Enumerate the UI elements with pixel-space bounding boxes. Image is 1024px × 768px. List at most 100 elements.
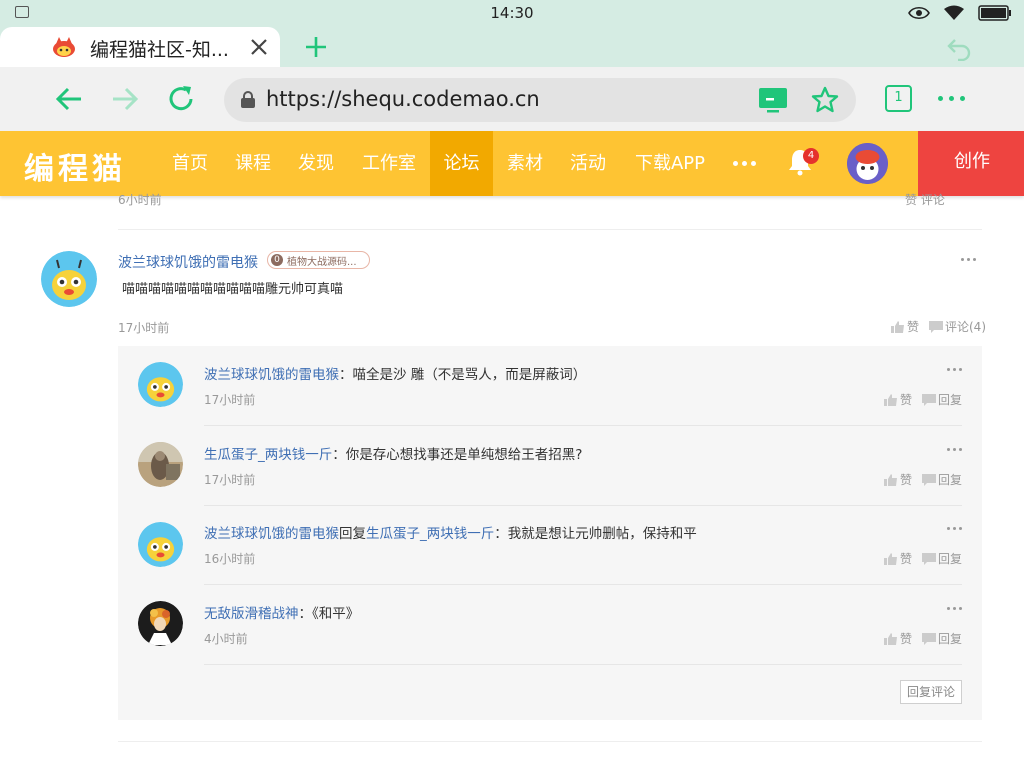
tab-title: 编程猫社区-知... [90,39,229,61]
bookmark-star-icon[interactable] [810,85,840,115]
browser-tab[interactable]: 编程猫社区-知... [0,27,280,67]
nav-studio[interactable]: 工作室 [352,131,426,196]
post-comment-label: 评论(4) [945,320,986,334]
tab-strip: 编程猫社区-知... [0,27,1024,67]
post-badge[interactable]: 0 植物大战源码... [267,251,370,269]
lock-icon [241,91,255,108]
reply-text-line: 生瓜蛋子_两块钱一斤：你是存心想找事还是单纯想给王者招黑? [204,443,582,463]
comment-icon [922,473,936,486]
new-tab-icon[interactable] [303,34,329,60]
reply-like-button[interactable]: 赞 [884,471,912,488]
reply-author[interactable]: 无敌版滑稽战神 [204,606,299,622]
post-more-icon[interactable] [961,258,976,261]
eye-icon [908,6,930,20]
reply-text: ：喵全是沙 雕（不是骂人，而是屏蔽词） [339,367,587,383]
reply-author[interactable]: 波兰球球饥饿的雷电猴 [204,367,339,383]
screen-mode-icon[interactable] [758,86,788,114]
reply-avatar[interactable] [138,522,183,567]
reply-text-line: 波兰球球饥饿的雷电猴回复生瓜蛋子_两块钱一斤：我就是想让元帅删帖，保持和平 [204,522,697,542]
divider [118,229,982,230]
reply-text-line: 无敌版滑稽战神：《和平》 [204,602,359,622]
reply-reply-label: 回复 [938,632,963,646]
reply-time: 4小时前 [204,632,248,646]
badge-text: 植物大战源码... [287,257,357,268]
reply-more-icon[interactable] [947,607,962,610]
create-button[interactable]: 创作 [918,131,1024,196]
reply-like-label: 赞 [900,632,913,646]
comment-icon [922,552,936,565]
wifi-icon [944,5,964,20]
reply-more-icon[interactable] [947,368,962,371]
post-author-avatar[interactable] [41,251,97,307]
reply-text: ：《和平》 [298,606,360,622]
reply-avatar[interactable] [138,362,183,407]
reply-author[interactable]: 波兰球球饥饿的雷电猴 [204,526,339,542]
comment-icon [922,393,936,406]
post-comment-button[interactable]: 评论(4) [929,318,986,335]
comment-icon [922,632,936,645]
post-time: 17小时前 [118,321,170,335]
reply-like-button[interactable]: 赞 [884,550,912,567]
thumb-up-icon [891,320,904,333]
reply-reply-label: 回复 [938,393,963,407]
previous-post-time: 6小时前 [118,193,162,207]
reply-comment-button[interactable]: 回复评论 [900,680,962,704]
post-author-name[interactable]: 波兰球球饥饿的雷电猴 [118,252,258,272]
close-tab-icon[interactable] [248,36,270,58]
thumb-up-icon [884,552,897,565]
reply-divider [204,425,962,426]
battery-icon [978,5,1011,21]
reply-reply-button[interactable]: 回复 [922,630,962,647]
address-bar[interactable]: https://shequ.codemao.cn [224,78,856,122]
reply-target[interactable]: 生瓜蛋子_两块钱一斤 [366,526,494,542]
reload-icon[interactable] [165,83,197,115]
reply-text-line: 波兰球球饥饿的雷电猴：喵全是沙 雕（不是骂人，而是屏蔽词） [204,363,586,383]
codemao-favicon-icon [53,37,75,57]
reply-divider [204,664,962,665]
nav-discover[interactable]: 发现 [287,131,345,196]
reply-like-label: 赞 [900,473,913,487]
notification-badge: 4 [803,148,819,164]
reply-reply-label: 回复 [938,552,963,566]
reply-text: ：你是存心想找事还是单纯想给王者招黑? [332,447,583,463]
reply-reply-button[interactable]: 回复 [922,550,962,567]
user-avatar[interactable] [847,143,888,184]
previous-post-actions[interactable]: 赞 评论 [905,191,945,208]
reply-more-icon[interactable] [947,448,962,451]
comment-icon [929,320,943,333]
reply-like-button[interactable]: 赞 [884,391,912,408]
post-like-button[interactable]: 赞 [891,318,919,335]
post-like-label: 赞 [907,320,920,334]
nav-forum[interactable]: 论坛 [430,131,493,196]
nav-courses[interactable]: 课程 [224,131,282,196]
reply-more-icon[interactable] [947,527,962,530]
undo-icon[interactable] [946,35,972,61]
reply-avatar[interactable] [138,442,183,487]
url-text[interactable]: https://shequ.codemao.cn [266,87,540,111]
status-time: 14:30 [490,4,534,22]
back-icon[interactable] [53,83,85,115]
reply-divider [204,505,962,506]
browser-menu-icon[interactable] [938,96,965,101]
reply-reply-button[interactable]: 回复 [922,471,962,488]
nav-events[interactable]: 活动 [559,131,617,196]
reply-word: 回复 [339,526,366,542]
reply-reply-button[interactable]: 回复 [922,391,962,408]
divider [118,741,982,742]
tab-count-button[interactable]: 1 [885,85,912,112]
reply-like-button[interactable]: 赞 [884,630,912,647]
reply-author[interactable]: 生瓜蛋子_两块钱一斤 [204,447,332,463]
forward-icon[interactable] [109,83,141,115]
reply-like-label: 赞 [900,393,913,407]
browser-toolbar: https://shequ.codemao.cn 1 [0,67,1024,131]
reply-reply-label: 回复 [938,473,963,487]
site-logo[interactable]: 编程猫 [24,144,126,188]
thumb-up-icon [884,632,897,645]
reply-avatar[interactable] [138,601,183,646]
thumb-up-icon [884,473,897,486]
nav-materials[interactable]: 素材 [496,131,554,196]
nav-more-icon[interactable] [733,161,756,166]
nav-home[interactable]: 首页 [161,131,219,196]
reply-time: 17小时前 [204,473,256,487]
nav-download-app[interactable]: 下载APP [624,131,716,196]
